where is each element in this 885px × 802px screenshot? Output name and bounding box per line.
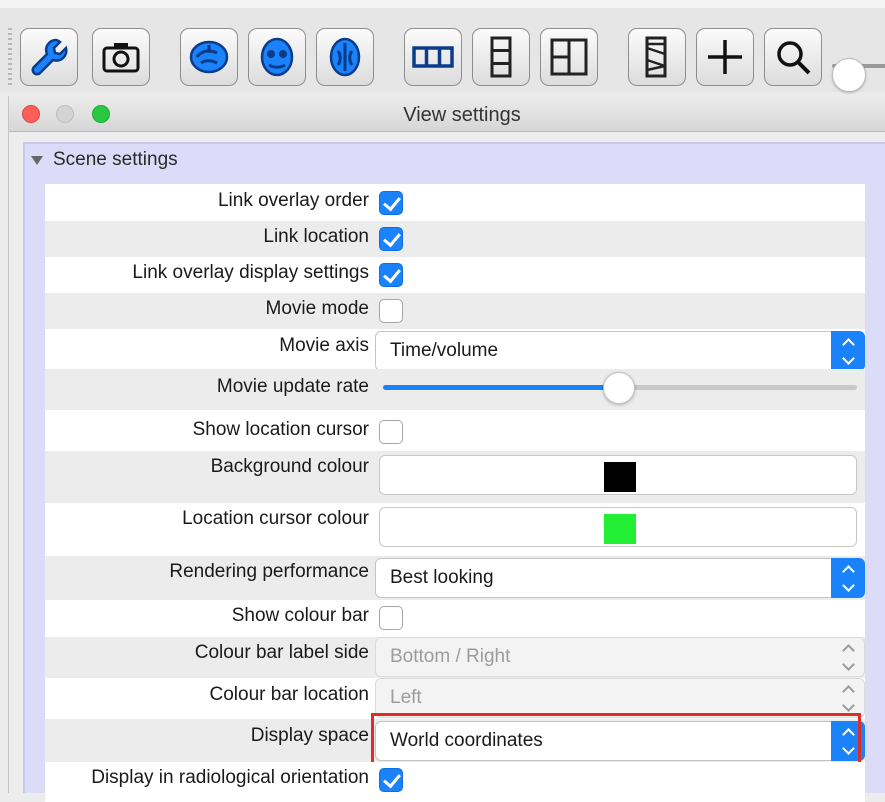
link-overlay-display-checkbox[interactable] [379, 263, 403, 287]
toolbar-grip[interactable] [8, 28, 12, 86]
background-colour-button[interactable] [379, 455, 857, 495]
camera-icon [102, 43, 140, 73]
link-location-checkbox[interactable] [379, 227, 403, 251]
radiological-orientation-checkbox[interactable] [379, 768, 403, 792]
select-arrows-icon [831, 558, 865, 598]
row-radiological-orientation: Display in radiological orientation [45, 762, 865, 802]
row-link-overlay-order: Link overlay order [45, 184, 865, 221]
settings-list: Link overlay order Link location Link ov… [45, 184, 865, 802]
movie-icon [645, 36, 667, 78]
slider-track[interactable] [613, 385, 857, 390]
scene-settings-group-header[interactable]: Scene settings [31, 146, 178, 174]
layout-horizontal-icon [412, 46, 454, 68]
highlight-box [371, 713, 861, 765]
setting-label: Background colour [210, 456, 369, 477]
select-value: Left [390, 687, 422, 708]
row-rendering-performance: Rendering performance Best looking [45, 556, 865, 600]
colour-bar-label-side-select[interactable]: Bottom / Right [375, 637, 865, 677]
layout-horizontal-button[interactable] [404, 28, 462, 86]
setting-label: Location cursor colour [182, 508, 369, 529]
toggle-cursor-button[interactable] [696, 28, 754, 86]
setting-label: Link overlay order [217, 190, 369, 211]
row-link-location: Link location [45, 221, 865, 257]
collapse-triangle-icon[interactable] [31, 155, 43, 165]
setting-label: Colour bar location [209, 684, 369, 705]
setting-label: Rendering performance [169, 561, 369, 582]
movie-button[interactable] [628, 28, 686, 86]
layout-vertical-icon [490, 36, 512, 78]
background-colour-swatch [604, 462, 636, 492]
row-movie-mode: Movie mode [45, 293, 865, 329]
wrench-icon [31, 38, 68, 76]
row-link-overlay-display: Link overlay display settings [45, 257, 865, 293]
zoom-button[interactable] [764, 28, 822, 86]
toolbar [0, 0, 885, 92]
show-colour-bar-checkbox[interactable] [379, 606, 403, 630]
row-show-colour-bar: Show colour bar [45, 600, 865, 637]
brain-axial-icon [260, 37, 294, 77]
show-location-cursor-checkbox[interactable] [379, 420, 403, 444]
row-movie-axis: Movie axis Time/volume [45, 329, 865, 371]
select-arrows-icon [831, 637, 865, 677]
setting-label: Link location [263, 226, 369, 247]
wrench-button[interactable] [20, 28, 78, 86]
select-arrows-icon [831, 331, 865, 371]
layout-vertical-button[interactable] [472, 28, 530, 86]
setting-label: Show colour bar [231, 605, 369, 626]
brain-coronal-icon [329, 37, 361, 77]
lightbox-view-button[interactable] [248, 28, 306, 86]
screenshot-button[interactable] [92, 28, 150, 86]
zoom-slider-knob[interactable] [832, 58, 866, 92]
zoom-icon [777, 41, 811, 75]
slider-fill [383, 385, 613, 390]
row-colour-bar-label-side: Colour bar label side Bottom / Right [45, 637, 865, 678]
setting-label: Movie mode [265, 298, 370, 319]
view-settings-window: View settings Scene settings Link overla… [8, 96, 885, 802]
location-cursor-colour-button[interactable] [379, 507, 857, 547]
title-bar[interactable]: View settings [9, 96, 885, 132]
select-value: Bottom / Right [390, 646, 511, 667]
setting-label: Movie axis [279, 335, 369, 356]
movie-mode-checkbox[interactable] [379, 299, 403, 323]
row-movie-update-rate: Movie update rate [45, 369, 865, 410]
select-value: Best looking [390, 567, 494, 588]
layout-grid-icon [550, 38, 588, 76]
row-display-space: Display space World coordinates [45, 713, 865, 765]
row-show-location-cursor: Show location cursor [45, 410, 865, 451]
setting-label: Display in radiological orientation [91, 767, 369, 788]
setting-label: Link overlay display settings [132, 262, 369, 283]
group-label: Scene settings [53, 149, 178, 170]
3d-view-button[interactable] [316, 28, 374, 86]
layout-grid-button[interactable] [540, 28, 598, 86]
select-arrows-icon [831, 678, 865, 718]
row-location-cursor-colour: Location cursor colour [45, 503, 865, 556]
movie-axis-select[interactable]: Time/volume [375, 331, 865, 371]
setting-label: Colour bar label side [194, 642, 369, 663]
colour-bar-location-select[interactable]: Left [375, 678, 865, 718]
row-background-colour: Background colour [45, 451, 865, 503]
location-cursor-colour-swatch [604, 514, 636, 544]
ortho-view-button[interactable] [180, 28, 238, 86]
setting-label: Movie update rate [216, 376, 369, 397]
window-title: View settings [403, 104, 521, 126]
movie-update-rate-slider[interactable] [375, 369, 865, 410]
link-overlay-order-checkbox[interactable] [379, 191, 403, 215]
slider-knob[interactable] [603, 372, 635, 404]
setting-label: Show location cursor [192, 419, 369, 440]
select-value: Time/volume [390, 340, 499, 361]
crosshair-icon [708, 40, 742, 74]
rendering-performance-select[interactable]: Best looking [375, 558, 865, 598]
setting-label: Display space [250, 725, 369, 746]
brain-lateral-icon [189, 40, 229, 74]
